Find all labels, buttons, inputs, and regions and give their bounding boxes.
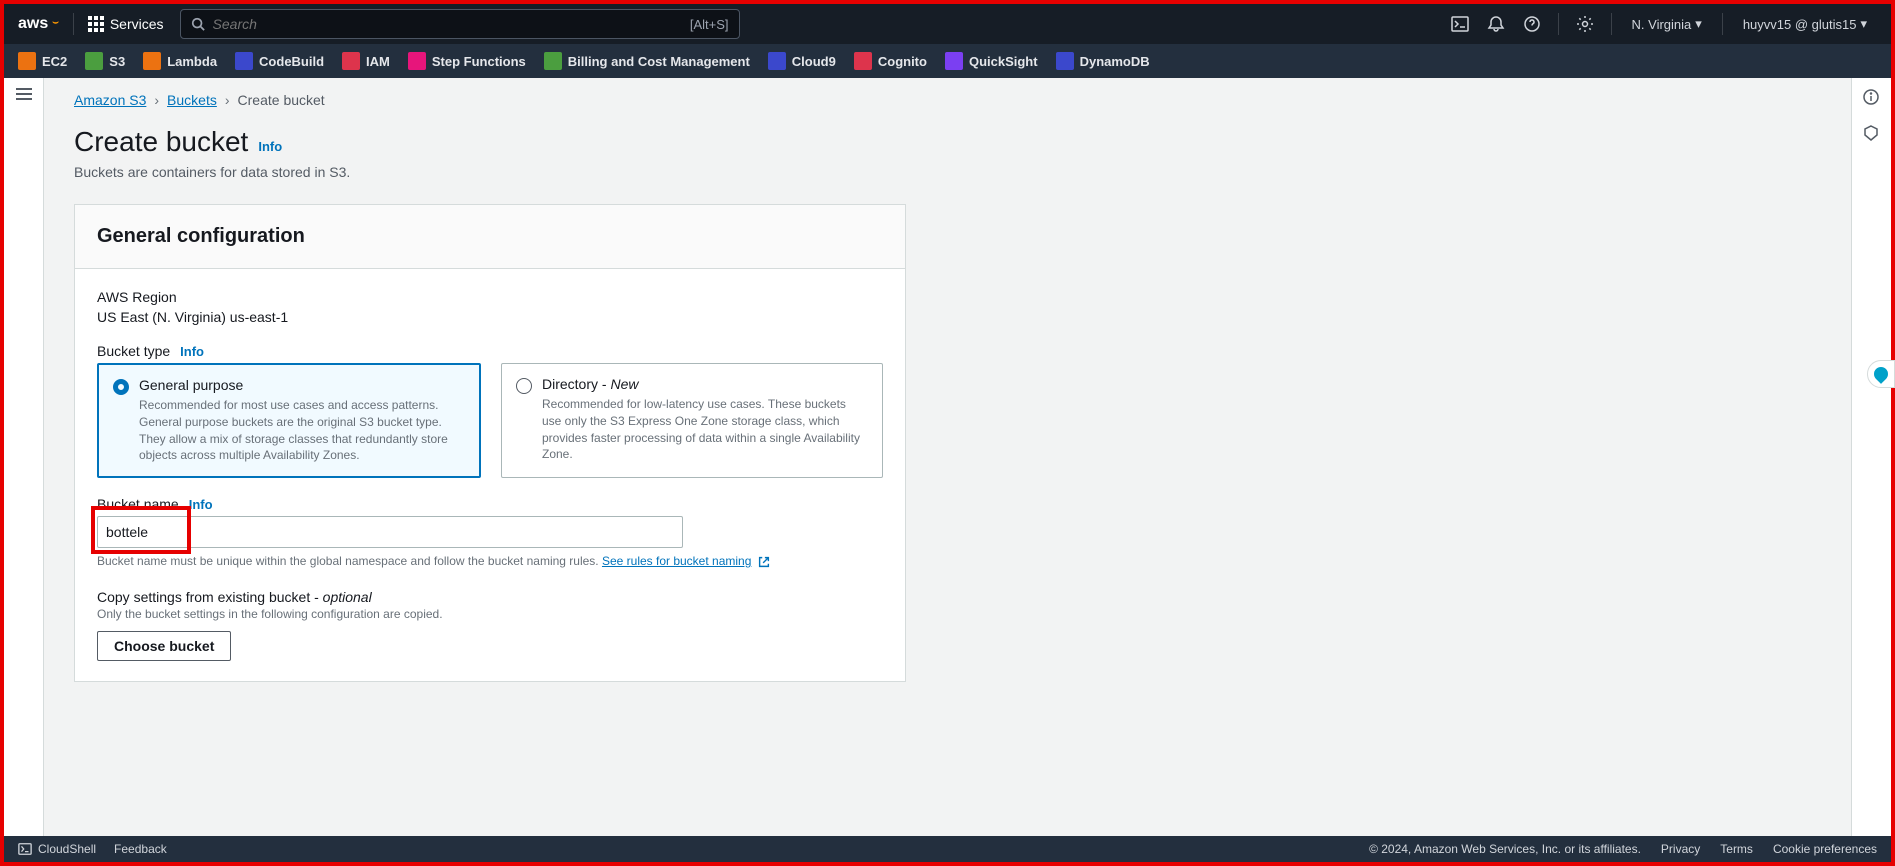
shortcut-label: IAM bbox=[366, 54, 390, 69]
privacy-link[interactable]: Privacy bbox=[1661, 842, 1700, 856]
radio-title: General purpose bbox=[139, 377, 465, 393]
shortcut-billing-and-cost-management[interactable]: Billing and Cost Management bbox=[544, 52, 750, 70]
security-panel-icon[interactable] bbox=[1862, 124, 1882, 144]
shortcut-cloud9[interactable]: Cloud9 bbox=[768, 52, 836, 70]
panel-title: General configuration bbox=[97, 225, 883, 248]
service-icon bbox=[342, 52, 360, 70]
info-link[interactable]: Info bbox=[189, 497, 213, 512]
shortcut-label: Billing and Cost Management bbox=[568, 54, 750, 69]
service-icon bbox=[945, 52, 963, 70]
choose-bucket-button[interactable]: Choose bucket bbox=[97, 631, 231, 661]
region-value: US East (N. Virginia) us-east-1 bbox=[97, 309, 883, 325]
breadcrumb-link-s3[interactable]: Amazon S3 bbox=[74, 92, 146, 108]
bucket-name-label: Bucket name bbox=[97, 496, 179, 512]
radio-description: Recommended for low-latency use cases. T… bbox=[542, 396, 868, 463]
shortcut-label: EC2 bbox=[42, 54, 67, 69]
grid-icon bbox=[88, 16, 104, 32]
shortcut-dynamodb[interactable]: DynamoDB bbox=[1056, 52, 1150, 70]
service-icon bbox=[544, 52, 562, 70]
account-menu[interactable]: huyvv15 @ glutis15▾ bbox=[1733, 16, 1877, 32]
shortcut-label: S3 bbox=[109, 54, 125, 69]
right-rail bbox=[1851, 78, 1891, 836]
shortcut-iam[interactable]: IAM bbox=[342, 52, 390, 70]
page-title: Create bucket bbox=[74, 126, 248, 158]
cookie-preferences-link[interactable]: Cookie preferences bbox=[1773, 842, 1877, 856]
info-link[interactable]: Info bbox=[180, 344, 204, 359]
shortcut-label: DynamoDB bbox=[1080, 54, 1150, 69]
region-label: AWS Region bbox=[97, 289, 883, 305]
chevron-right-icon: › bbox=[154, 92, 159, 108]
help-icon[interactable] bbox=[1516, 8, 1548, 40]
footer-bar: CloudShell Feedback © 2024, Amazon Web S… bbox=[4, 836, 1891, 862]
bucket-naming-rules-link[interactable]: See rules for bucket naming bbox=[602, 554, 751, 568]
feedback-link[interactable]: Feedback bbox=[114, 842, 167, 856]
service-icon bbox=[85, 52, 103, 70]
settings-icon[interactable] bbox=[1569, 8, 1601, 40]
shortcut-quicksight[interactable]: QuickSight bbox=[945, 52, 1038, 70]
bucket-type-general-purpose[interactable]: General purpose Recommended for most use… bbox=[97, 363, 481, 478]
services-menu[interactable]: Services bbox=[88, 16, 164, 32]
bucket-type-directory[interactable]: Directory - New Recommended for low-late… bbox=[501, 363, 883, 478]
search-icon bbox=[191, 17, 205, 31]
shortcut-label: Cognito bbox=[878, 54, 927, 69]
region-selector[interactable]: N. Virginia▾ bbox=[1622, 16, 1712, 32]
radio-selected-icon bbox=[113, 379, 129, 395]
main-content: Amazon S3 › Buckets › Create bucket Crea… bbox=[44, 78, 1851, 836]
shortcut-label: CodeBuild bbox=[259, 54, 324, 69]
shortcut-s3[interactable]: S3 bbox=[85, 52, 125, 70]
service-icon bbox=[18, 52, 36, 70]
shortcut-label: QuickSight bbox=[969, 54, 1038, 69]
page-description: Buckets are containers for data stored i… bbox=[74, 164, 1821, 180]
shortcut-label: Step Functions bbox=[432, 54, 526, 69]
general-config-panel: General configuration AWS Region US East… bbox=[74, 204, 906, 682]
services-label: Services bbox=[110, 16, 164, 32]
shortcut-codebuild[interactable]: CodeBuild bbox=[235, 52, 324, 70]
bucket-type-label: Bucket type bbox=[97, 343, 170, 359]
cloudshell-icon[interactable] bbox=[1444, 8, 1476, 40]
radio-description: Recommended for most use cases and acces… bbox=[139, 397, 465, 464]
terms-link[interactable]: Terms bbox=[1720, 842, 1753, 856]
search-box[interactable]: [Alt+S] bbox=[180, 9, 740, 39]
service-icon bbox=[1056, 52, 1074, 70]
shortcut-label: Cloud9 bbox=[792, 54, 836, 69]
aws-logo[interactable]: aws⌣ bbox=[18, 15, 59, 33]
shortcut-ec2[interactable]: EC2 bbox=[18, 52, 67, 70]
radio-unselected-icon bbox=[516, 378, 532, 394]
assistant-badge[interactable] bbox=[1867, 360, 1895, 388]
external-link-icon bbox=[757, 555, 771, 569]
breadcrumb-current: Create bucket bbox=[238, 92, 325, 108]
copy-settings-help: Only the bucket settings in the followin… bbox=[97, 607, 883, 621]
bucket-name-help: Bucket name must be unique within the gl… bbox=[97, 554, 883, 569]
service-icon bbox=[854, 52, 872, 70]
shortcut-lambda[interactable]: Lambda bbox=[143, 52, 217, 70]
search-shortcut: [Alt+S] bbox=[690, 17, 729, 32]
divider bbox=[73, 13, 74, 35]
top-nav: aws⌣ Services [Alt+S] N. Virginia▾ bbox=[4, 4, 1891, 44]
shortcut-step-functions[interactable]: Step Functions bbox=[408, 52, 526, 70]
service-icon bbox=[143, 52, 161, 70]
service-icon bbox=[235, 52, 253, 70]
breadcrumb: Amazon S3 › Buckets › Create bucket bbox=[74, 92, 1821, 108]
copy-settings-label: Copy settings from existing bucket - opt… bbox=[97, 589, 883, 605]
shortcut-cognito[interactable]: Cognito bbox=[854, 52, 927, 70]
cloudshell-button[interactable]: CloudShell bbox=[18, 842, 96, 856]
info-panel-icon[interactable] bbox=[1862, 88, 1882, 108]
service-shortcuts-bar: EC2 S3 Lambda CodeBuild IAM Step Functions Bil… bbox=[4, 44, 1891, 78]
copyright: © 2024, Amazon Web Services, Inc. or its… bbox=[1369, 842, 1641, 856]
service-icon bbox=[768, 52, 786, 70]
bucket-name-input[interactable] bbox=[97, 516, 683, 548]
left-rail bbox=[4, 78, 44, 836]
menu-toggle-icon[interactable] bbox=[16, 88, 32, 100]
search-input[interactable] bbox=[213, 16, 682, 32]
breadcrumb-link-buckets[interactable]: Buckets bbox=[167, 92, 217, 108]
radio-title: Directory - New bbox=[542, 376, 868, 392]
shortcut-label: Lambda bbox=[167, 54, 217, 69]
notifications-icon[interactable] bbox=[1480, 8, 1512, 40]
chevron-right-icon: › bbox=[225, 92, 230, 108]
service-icon bbox=[408, 52, 426, 70]
info-link[interactable]: Info bbox=[258, 139, 282, 154]
